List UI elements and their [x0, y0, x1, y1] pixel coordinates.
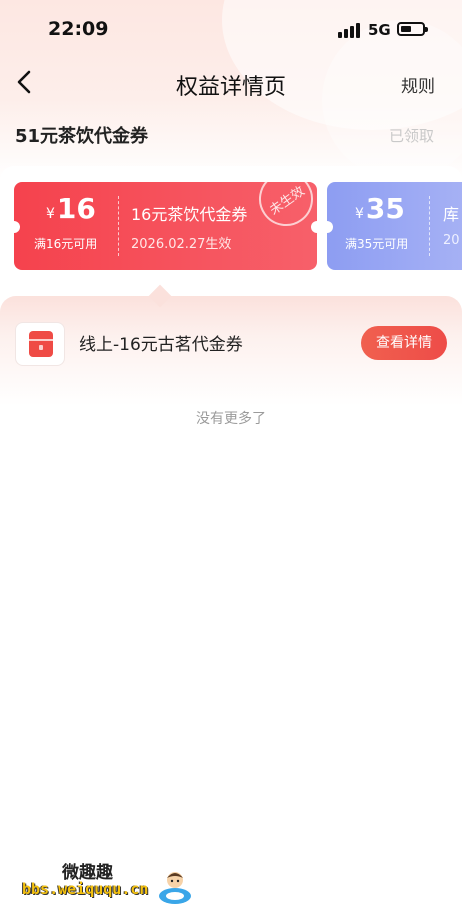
status-time: 22:09 — [48, 18, 109, 40]
coupon-title: 51元茶饮代金券 — [15, 126, 149, 147]
battery-icon — [397, 22, 428, 36]
currency-symbol: ¥ — [355, 206, 364, 222]
coupon-amount: 16 — [56, 192, 96, 225]
coupon-price: ¥35 — [355, 192, 405, 225]
currency-symbol: ¥ — [46, 206, 55, 222]
ticket-notch — [327, 221, 333, 233]
coupon-amount: 35 — [365, 192, 405, 225]
coupon-detail-panel: 线上-16元古茗代金券 查看详情 没有更多了 — [0, 284, 462, 920]
ticket-notch — [311, 221, 317, 233]
status-bar: 22:09 5G — [0, 0, 462, 60]
signal-icon — [338, 22, 362, 38]
page-title: 权益详情页 — [175, 75, 286, 100]
nav-bar: 权益详情页 规则 — [0, 60, 462, 106]
product-row: 线上-16元古茗代金券 查看详情 — [0, 318, 462, 370]
stamp-text: 未生效 — [267, 183, 308, 219]
claim-status: 已领取 — [388, 127, 434, 145]
coupon-min-spend: 满16元可用 — [34, 237, 98, 251]
shop-box-icon — [15, 322, 65, 366]
watermark: 微趣趣 bbs.weiququ.cn — [20, 852, 200, 912]
not-effective-stamp: 未生效 — [248, 182, 317, 237]
coupon-card-16[interactable]: ¥16 满16元可用 16元茶饮代金券 2026.02.27生效 未生效 — [14, 182, 317, 270]
coupon-min-spend: 满35元可用 — [345, 237, 409, 251]
coupon-price: ¥16 — [46, 192, 96, 225]
list-end-text: 没有更多了 — [196, 411, 266, 427]
ticket-notch — [14, 221, 20, 233]
product-name: 线上-16元古茗代金券 — [79, 335, 243, 355]
coupon-carousel: ¥16 满16元可用 16元茶饮代金券 2026.02.27生效 未生效 ¥35… — [0, 166, 462, 294]
network-label: 5G — [368, 21, 391, 39]
coupon-effective-date: 2026.02.27生效 — [131, 237, 232, 252]
watermark-url: bbs.weiququ.cn — [22, 880, 149, 898]
coupon-name: 库 — [443, 205, 460, 224]
coupon-header: 51元茶饮代金券 已领取 — [0, 118, 462, 152]
rules-link[interactable]: 规则 — [401, 72, 435, 97]
ticket-divider — [429, 196, 430, 256]
ticket-divider — [118, 196, 119, 256]
coupon-card-35[interactable]: ¥35 满35元可用 库 20 — [327, 182, 462, 270]
coupon-name: 16元茶饮代金券 — [131, 205, 248, 224]
coupon-effective-date: 20 — [443, 233, 460, 248]
view-details-button[interactable]: 查看详情 — [361, 326, 447, 360]
swimmer-icon — [158, 866, 192, 906]
